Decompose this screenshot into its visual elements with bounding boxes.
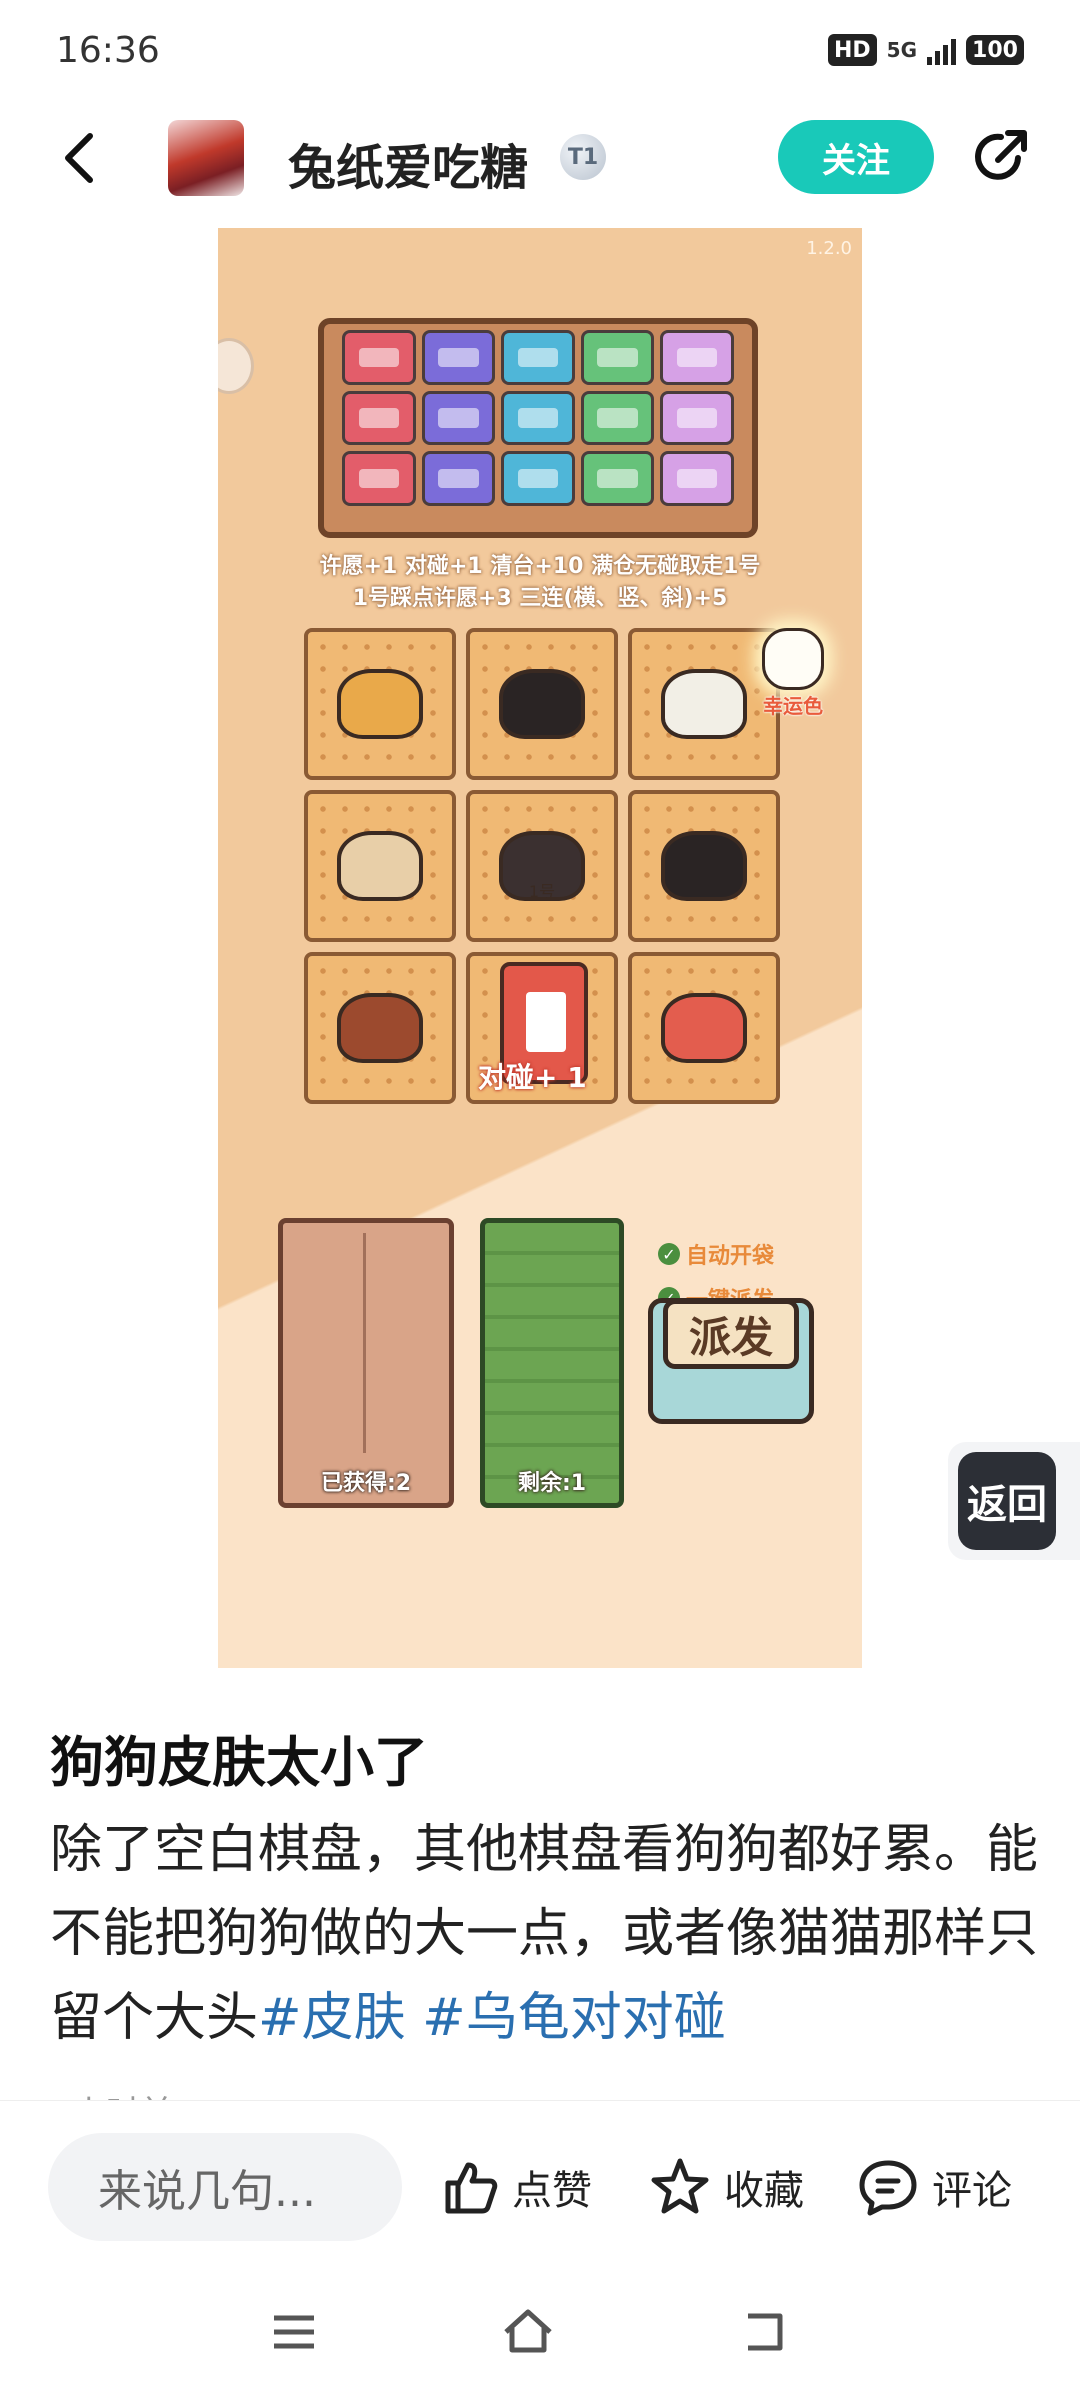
game-version: 1.2.0 [806, 238, 852, 259]
hashtag-turtle-match[interactable]: #乌龟对对碰 [422, 1988, 726, 2048]
hd-badge: HD [827, 34, 877, 66]
like-label: 点赞 [512, 2168, 592, 2214]
game-board: 1号 对碰+ 1 [304, 628, 780, 1104]
home-button[interactable] [500, 2304, 556, 2360]
can-icon [580, 330, 655, 385]
home-icon [504, 2309, 552, 2353]
post-body: 除了空白棋盘，其他棋盘看狗狗都好累。能不能把狗狗做的大一点，或者像猫猫那样只留个… [50, 1808, 1050, 2060]
can-shelf [318, 318, 758, 538]
return-button[interactable]: 返回 [958, 1452, 1056, 1550]
board-tile [628, 790, 780, 942]
can-icon [342, 451, 416, 506]
board-tile [466, 628, 618, 780]
can-icon [421, 451, 496, 506]
avatar[interactable] [168, 120, 244, 196]
thumbs-up-icon [445, 2162, 498, 2214]
return-nav-icon [748, 2313, 783, 2351]
dog-icon [661, 669, 747, 739]
back-button[interactable] [52, 128, 112, 188]
favorite-button[interactable]: 收藏 [648, 2149, 804, 2225]
dog-icon [661, 993, 747, 1063]
check-icon: ✓ [658, 1243, 680, 1265]
status-icons: HD 5G 100 [827, 34, 1024, 66]
board-tile: 1号 [466, 790, 618, 942]
can-icon [342, 390, 416, 446]
can-icon [421, 330, 496, 385]
dog-icon [337, 831, 423, 901]
favorite-label: 收藏 [724, 2168, 804, 2214]
post-image[interactable]: 1.2.0 许愿+1 对碰+1 清台+10 满仓无碰取走1号 1号踩点许愿+3 … [218, 228, 862, 1668]
action-bar: 来说几句... 点赞 收藏 评论 [0, 2100, 1080, 2261]
post-title: 狗狗皮肤太小了 [50, 1731, 428, 1794]
lucky-label: 幸运色 [763, 694, 823, 718]
can-icon [421, 390, 496, 446]
lucky-color: 幸运色 [748, 618, 838, 738]
like-button[interactable]: 点赞 [440, 2149, 592, 2225]
return-tab: 返回 [948, 1442, 1080, 1560]
can-icon [501, 390, 575, 446]
auto-open-option: ✓ 自动开袋 [658, 1238, 774, 1270]
deal-button: 派发 [648, 1298, 814, 1424]
can-icon [501, 330, 575, 385]
deal-button-label: 派发 [663, 1299, 799, 1369]
pause-icon [218, 338, 254, 394]
hashtag-skin[interactable]: #皮肤 [258, 1988, 406, 2048]
board-tile [628, 952, 780, 1104]
board-tile [304, 790, 456, 942]
star-icon [651, 2158, 709, 2214]
tile-number-label: 1号 [528, 882, 556, 901]
dog-icon [499, 669, 585, 739]
rules-line-1: 许愿+1 对碰+1 清台+10 满仓无碰取走1号 [319, 554, 761, 579]
can-icon [660, 451, 734, 506]
can-icon [660, 330, 734, 385]
bump-bonus-label: 对碰+ 1 [478, 1061, 587, 1094]
can-icon [580, 390, 655, 446]
obtained-count: 已获得:2 [320, 1471, 412, 1496]
can-icon [342, 330, 416, 385]
back-nav-button[interactable] [736, 2304, 792, 2360]
menu-button[interactable] [266, 2304, 322, 2360]
dog-icon [661, 831, 747, 901]
comment-input[interactable]: 来说几句... [48, 2133, 402, 2241]
auto-open-label: 自动开袋 [686, 1244, 775, 1269]
level-badge: T1 [560, 134, 606, 180]
author-name[interactable]: 兔纸爱吃糖 [288, 128, 528, 198]
can-icon [501, 451, 575, 506]
board-tile [304, 952, 456, 1104]
dog-icon [337, 669, 423, 739]
network-label: 5G [886, 38, 917, 62]
comment-icon [859, 2160, 917, 2216]
status-time: 16:36 [56, 29, 160, 71]
remaining-count: 剩余:1 [517, 1471, 587, 1496]
post-header: 兔纸爱吃糖 T1 关注 [0, 100, 1080, 220]
back-icon [65, 133, 93, 183]
battery-icon: 100 [966, 35, 1024, 65]
can-icon [580, 451, 655, 506]
comment-button[interactable]: 评论 [856, 2149, 1012, 2225]
lucky-dog-icon [762, 628, 824, 690]
status-bar: 16:36 HD 5G 100 [0, 0, 1080, 100]
dog-icon [337, 993, 423, 1063]
share-button[interactable] [968, 124, 1034, 190]
share-icon [975, 130, 1027, 180]
rules-line-2: 1号踩点许愿+3 三连(横、竖、斜)+5 [352, 586, 728, 611]
comment-label: 评论 [932, 2168, 1012, 2214]
can-icon [660, 390, 734, 446]
board-tile [304, 628, 456, 780]
signal-icon [927, 35, 956, 65]
can-grid [342, 330, 734, 506]
follow-button[interactable]: 关注 [778, 120, 934, 194]
collection-box: 已获得:2 [278, 1218, 454, 1508]
system-nav-bar [0, 2260, 1080, 2400]
menu-icon [274, 2315, 314, 2349]
remaining-bin: 剩余:1 [480, 1218, 624, 1508]
board-tile: 对碰+ 1 [466, 952, 618, 1104]
